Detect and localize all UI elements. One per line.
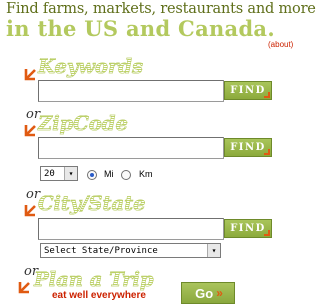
header-title: in the US and Canada. [6, 16, 275, 41]
zipcode-input[interactable] [38, 137, 224, 159]
find-label: FIND [230, 142, 266, 153]
tagline: eat well everywhere [52, 290, 146, 301]
zipcode-find-button[interactable]: FIND [224, 138, 272, 157]
arrow-icon [18, 282, 30, 294]
button-corner-icon [264, 149, 270, 155]
distance-value: 20 [44, 168, 55, 179]
find-label: FIND [230, 223, 266, 234]
button-corner-icon [264, 230, 270, 236]
radio-kilometers[interactable] [121, 170, 131, 180]
header-subtitle: Find farms, markets, restaurants and mor… [6, 1, 316, 17]
arrow-icon [24, 205, 36, 217]
radio-kilometers-label: Km [139, 169, 153, 179]
chevron-down-icon: ▾ [207, 244, 220, 257]
button-corner-icon [264, 92, 270, 98]
radio-miles-label: Mi [104, 169, 114, 179]
go-button[interactable]: Go » [181, 282, 235, 304]
keywords-input[interactable] [38, 80, 224, 102]
keywords-heading: Keywords [38, 55, 144, 79]
distance-select[interactable]: 20 ▾ [40, 166, 78, 181]
zipcode-heading: ZipCode [38, 112, 128, 136]
chevron-down-icon: ▾ [64, 167, 77, 180]
arrow-icon [24, 69, 36, 81]
go-label: Go [195, 285, 214, 301]
keywords-find-button[interactable]: FIND [224, 81, 272, 100]
about-link[interactable]: (about) [268, 40, 293, 49]
find-label: FIND [230, 85, 266, 96]
citystate-input[interactable] [38, 218, 224, 240]
citystate-find-button[interactable]: FIND [224, 219, 272, 238]
radio-miles[interactable] [87, 170, 97, 180]
state-select[interactable]: Select State/Province ▾ [40, 243, 221, 258]
plan-trip-link[interactable]: Plan a Trip [34, 268, 154, 292]
citystate-heading: City/State [38, 192, 146, 216]
arrow-icon [24, 125, 36, 137]
double-chevron-right-icon: » [216, 286, 223, 300]
state-select-value: Select State/Province [44, 245, 158, 256]
